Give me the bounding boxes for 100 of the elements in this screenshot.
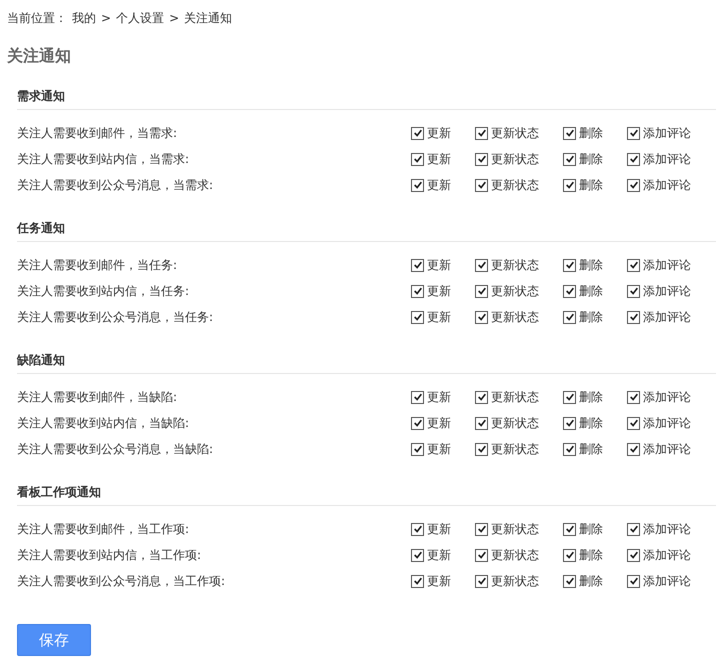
checkbox[interactable] [475,310,488,324]
checkbox[interactable] [411,178,424,192]
checkbox-label[interactable]: 更新状态 [491,440,539,458]
checkbox[interactable] [411,152,424,166]
checkbox[interactable] [563,442,576,456]
checkbox[interactable] [411,284,424,298]
checkbox-label[interactable]: 更新状态 [491,176,539,194]
checkbox[interactable] [475,152,488,166]
breadcrumb-item[interactable]: 我的 [72,10,96,26]
checkbox[interactable] [411,258,424,272]
checkbox[interactable] [563,390,576,404]
checkbox-label[interactable]: 更新 [427,256,451,274]
checkbox[interactable] [563,258,576,272]
checkbox[interactable] [475,126,488,140]
checkbox-label[interactable]: 删除 [579,150,603,168]
checkbox-label[interactable]: 添加评论 [643,124,691,142]
checkbox[interactable] [411,390,424,404]
checkbox[interactable] [627,442,640,456]
checkbox[interactable] [627,284,640,298]
checkbox-label[interactable]: 更新状态 [491,150,539,168]
checkbox[interactable] [475,522,488,536]
checkbox-label[interactable]: 添加评论 [643,282,691,300]
checkbox[interactable] [627,390,640,404]
checkbox-label[interactable]: 更新 [427,150,451,168]
checkbox-label[interactable]: 更新 [427,440,451,458]
checkbox-label[interactable]: 更新状态 [491,546,539,564]
breadcrumb-item[interactable]: 关注通知 [184,10,232,26]
checkbox[interactable] [475,258,488,272]
checkbox[interactable] [563,152,576,166]
checkbox-label[interactable]: 更新状态 [491,520,539,538]
checkbox-label[interactable]: 更新状态 [491,572,539,590]
checkbox-label[interactable]: 删除 [579,308,603,326]
checkbox[interactable] [411,126,424,140]
check-icon [476,286,486,296]
checkbox-label[interactable]: 添加评论 [643,256,691,274]
checkbox-label[interactable]: 删除 [579,388,603,406]
checkbox[interactable] [411,442,424,456]
breadcrumb-item[interactable]: 个人设置 [116,10,164,26]
checkbox-label[interactable]: 删除 [579,256,603,274]
checkbox[interactable] [627,522,640,536]
checkbox-label[interactable]: 更新 [427,546,451,564]
checkbox-label[interactable]: 删除 [579,176,603,194]
checkbox[interactable] [475,548,488,562]
checkbox-label[interactable]: 更新 [427,308,451,326]
checkbox-label[interactable]: 删除 [579,546,603,564]
checkbox[interactable] [627,574,640,588]
checkbox-label[interactable]: 添加评论 [643,176,691,194]
checkbox[interactable] [475,442,488,456]
checkbox-label[interactable]: 更新状态 [491,124,539,142]
checkbox[interactable] [411,416,424,430]
checkbox[interactable] [563,284,576,298]
checkbox-label[interactable]: 添加评论 [643,414,691,432]
checkbox-label[interactable]: 更新状态 [491,414,539,432]
checkbox-label[interactable]: 删除 [579,572,603,590]
checkbox-label[interactable]: 更新 [427,520,451,538]
checkbox[interactable] [627,548,640,562]
checkbox-label[interactable]: 删除 [579,440,603,458]
checkbox[interactable] [563,522,576,536]
checkbox-label[interactable]: 更新状态 [491,282,539,300]
checkbox-label[interactable]: 更新 [427,282,451,300]
checkbox-label[interactable]: 更新 [427,124,451,142]
checkbox[interactable] [627,310,640,324]
checkbox[interactable] [563,574,576,588]
checkbox-label[interactable]: 删除 [579,414,603,432]
checkbox-label[interactable]: 更新 [427,572,451,590]
checkbox-label[interactable]: 添加评论 [643,388,691,406]
checkbox[interactable] [411,548,424,562]
checkbox-label[interactable]: 删除 [579,282,603,300]
checkbox[interactable] [475,284,488,298]
checkbox[interactable] [563,548,576,562]
checkbox[interactable] [563,310,576,324]
checkbox[interactable] [411,310,424,324]
checkbox[interactable] [475,416,488,430]
checkbox[interactable] [627,126,640,140]
checkbox-label[interactable]: 更新 [427,388,451,406]
checkbox-label[interactable]: 更新状态 [491,308,539,326]
checkbox[interactable] [563,178,576,192]
checkbox-label[interactable]: 更新 [427,414,451,432]
checkbox[interactable] [627,416,640,430]
checkbox[interactable] [411,574,424,588]
checkbox-label[interactable]: 添加评论 [643,308,691,326]
checkbox-label[interactable]: 更新 [427,176,451,194]
checkbox-label[interactable]: 添加评论 [643,546,691,564]
checkbox[interactable] [475,390,488,404]
checkbox[interactable] [627,258,640,272]
checkbox[interactable] [475,574,488,588]
checkbox-label[interactable]: 添加评论 [643,440,691,458]
checkbox-label[interactable]: 更新状态 [491,256,539,274]
checkbox-label[interactable]: 删除 [579,520,603,538]
checkbox[interactable] [563,416,576,430]
checkbox-label[interactable]: 添加评论 [643,520,691,538]
checkbox[interactable] [627,178,640,192]
checkbox-label[interactable]: 添加评论 [643,572,691,590]
checkbox[interactable] [475,178,488,192]
checkbox-label[interactable]: 删除 [579,124,603,142]
checkbox[interactable] [411,522,424,536]
checkbox[interactable] [627,152,640,166]
checkbox-label[interactable]: 添加评论 [643,150,691,168]
checkbox-label[interactable]: 更新状态 [491,388,539,406]
checkbox[interactable] [563,126,576,140]
